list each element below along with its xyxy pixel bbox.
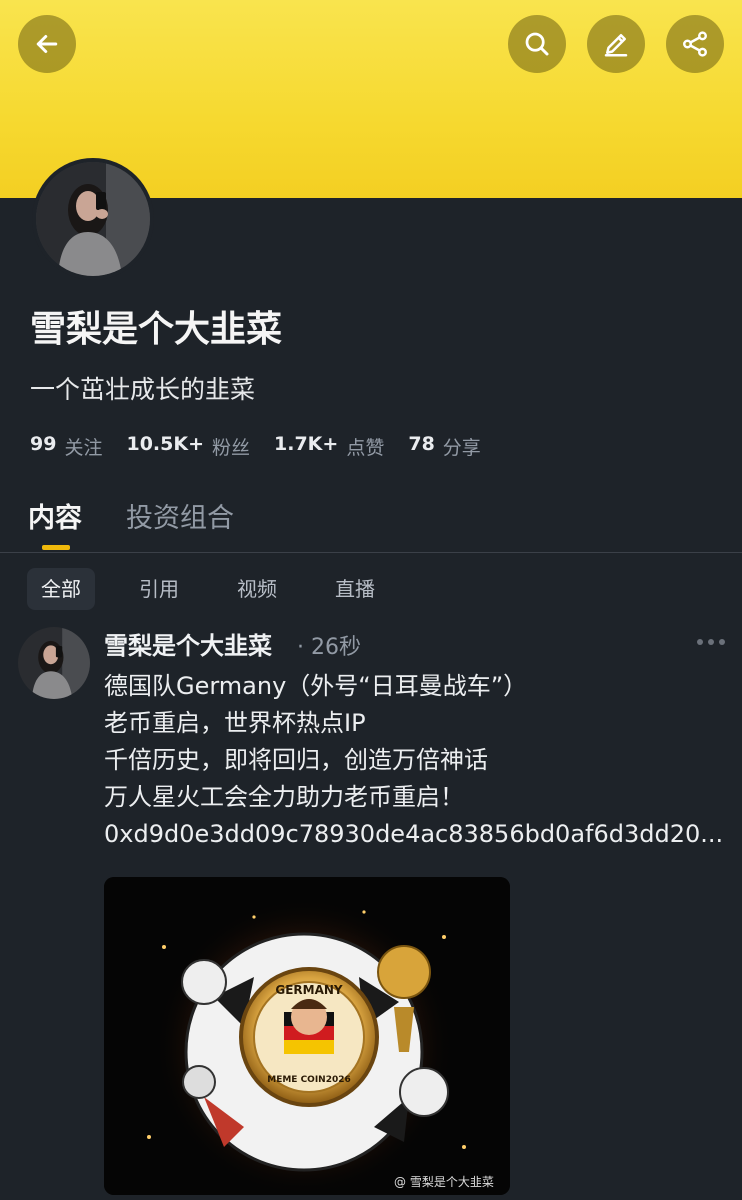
more-options-icon[interactable]	[696, 636, 726, 648]
post-line: 0xd9d0e3dd09c78930de4ac83856bd0af6d3dd20…	[104, 820, 724, 848]
filter-live[interactable]: 直播	[321, 568, 389, 610]
post-image[interactable]: GERMANY MEME COIN2026 @ 雪梨是个大韭菜	[104, 877, 510, 1195]
post-line: 德国队Germany（外号“日耳曼战车”）	[104, 672, 528, 700]
edit-button[interactable]	[587, 15, 645, 73]
meme-coin-artwork: GERMANY MEME COIN2026	[104, 877, 510, 1195]
tab-portfolio[interactable]: 投资组合	[126, 496, 234, 550]
profile-name: 雪梨是个大韭菜	[30, 309, 283, 350]
content-filters: 全部 引用 视频 直播	[27, 568, 419, 610]
post-line: 老币重启，世界杯热点IP	[104, 709, 366, 737]
search-button[interactable]	[508, 15, 566, 73]
stat-label: 点赞	[346, 437, 385, 459]
stat-following[interactable]: 99 关注	[30, 433, 102, 460]
edit-icon	[604, 34, 628, 57]
post-author-name[interactable]: 雪梨是个大韭菜	[104, 626, 272, 661]
stat-value: 10.5K+	[126, 433, 204, 455]
stat-followers[interactable]: 10.5K+ 粉丝	[126, 433, 250, 460]
filter-videos[interactable]: 视频	[223, 568, 291, 610]
stat-label: 分享	[442, 437, 481, 459]
post-text[interactable]: 德国队Germany（外号“日耳曼战车”） 老币重启，世界杯热点IP 千倍历史，…	[104, 668, 734, 853]
profile-tabs: 内容 投资组合	[28, 496, 278, 550]
stat-label: 粉丝	[212, 437, 251, 459]
tab-label: 内容	[28, 503, 82, 534]
image-watermark: @ 雪梨是个大韭菜	[394, 1175, 494, 1189]
share-button[interactable]	[666, 15, 724, 73]
search-icon	[525, 32, 549, 56]
tab-label: 投资组合	[126, 503, 234, 534]
stat-value: 78	[408, 433, 435, 455]
post-line: 万人星火工会全力助力老币重启！	[104, 783, 464, 811]
post-timestamp: · 26秒	[297, 635, 361, 660]
avatar-photo	[36, 162, 150, 276]
tab-active-indicator	[42, 545, 70, 550]
profile-avatar[interactable]	[32, 158, 154, 280]
post-author-avatar[interactable]	[18, 627, 90, 699]
back-button[interactable]	[18, 15, 76, 73]
stat-value: 99	[30, 433, 57, 455]
stat-shares[interactable]: 78 分享	[408, 433, 480, 460]
stat-value: 1.7K+	[274, 433, 339, 455]
stat-likes[interactable]: 1.7K+ 点赞	[274, 433, 384, 460]
back-arrow-icon	[36, 35, 58, 53]
coin-badge-bottom: MEME COIN2026	[267, 1075, 351, 1085]
coin-badge-top: GERMANY	[275, 983, 343, 997]
post-line: 千倍历史，即将回归，创造万倍神话	[104, 746, 488, 774]
avatar-photo	[18, 627, 90, 699]
filter-quotes[interactable]: 引用	[125, 568, 193, 610]
tab-content[interactable]: 内容	[28, 496, 82, 550]
tabs-divider	[0, 552, 742, 553]
profile-stats: 99 关注 10.5K+ 粉丝 1.7K+ 点赞 78 分享	[30, 433, 505, 460]
stat-label: 关注	[64, 437, 103, 459]
share-icon	[683, 31, 707, 57]
profile-bio: 一个茁壮成长的韭菜	[30, 375, 256, 404]
filter-all[interactable]: 全部	[27, 568, 95, 610]
